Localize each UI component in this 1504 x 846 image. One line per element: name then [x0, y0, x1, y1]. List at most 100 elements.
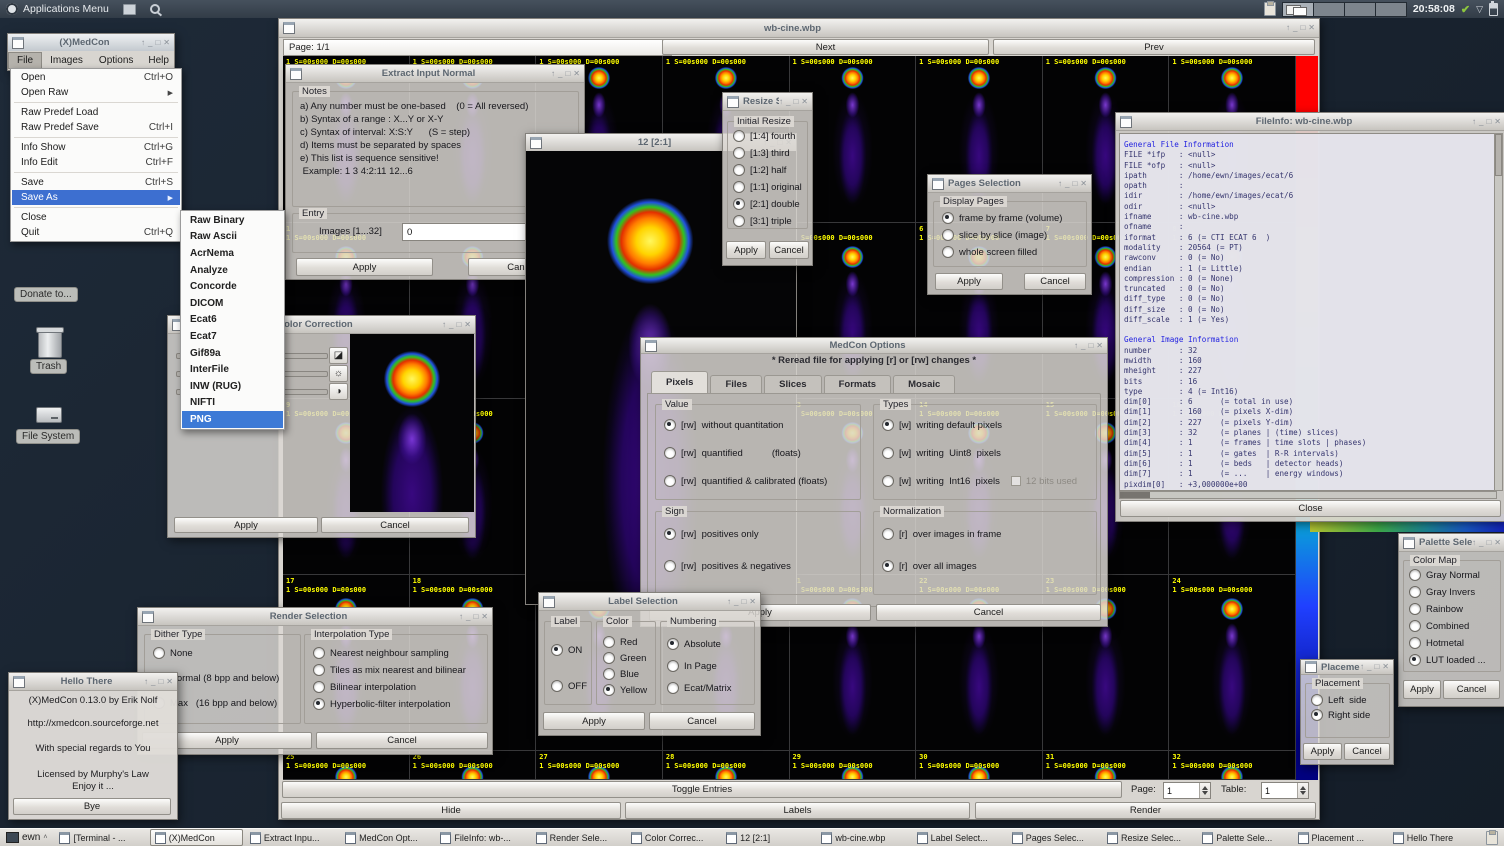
shade-icon[interactable]: ↑: [1472, 117, 1476, 127]
submenu-item-nifti[interactable]: NIFTI: [182, 395, 283, 412]
close-icon[interactable]: ✕: [801, 97, 808, 107]
radio-option-rw-positives-negatives[interactable]: [rw] positives & negatives: [664, 560, 791, 572]
options-titlebar[interactable]: MedCon Options ↑_□✕: [641, 338, 1107, 354]
radio-option-r-over-all-images[interactable]: [r] over all images: [882, 560, 1001, 572]
radio-icon[interactable]: [733, 215, 745, 227]
shade-icon[interactable]: ↑: [1286, 23, 1290, 33]
taskbar-item-pages-selec[interactable]: Pages Selec...: [1007, 829, 1100, 846]
radio-selected-icon[interactable]: [664, 419, 676, 431]
maximize-icon[interactable]: □: [565, 69, 570, 79]
maximize-icon[interactable]: □: [793, 97, 798, 107]
radio-icon[interactable]: [882, 447, 894, 459]
radio-option-left-side[interactable]: Left side: [1311, 694, 1370, 706]
shade-icon[interactable]: ↑: [1360, 662, 1364, 672]
taskbar-item-placement[interactable]: Placement ...: [1293, 829, 1386, 846]
cancel-button[interactable]: Cancel: [316, 732, 488, 749]
radio-option-off[interactable]: OFF: [551, 680, 587, 692]
radio-option-red[interactable]: Red: [603, 636, 647, 648]
taskbar-item-terminal[interactable]: [Terminal - ...: [54, 829, 147, 846]
radio-option-rw-quantified-calibrated-floats[interactable]: [rw] quantified & calibrated (floats): [664, 475, 827, 487]
maximize-icon[interactable]: □: [1374, 662, 1379, 672]
apply-button[interactable]: Apply: [174, 517, 318, 533]
scan-cell-26[interactable]: 26 1 S=00s000 D=00s000: [410, 751, 537, 780]
radio-option-frame-by-frame-volume[interactable]: frame by frame (volume): [942, 212, 1062, 224]
shade-icon[interactable]: ↑: [144, 677, 148, 687]
maximize-icon[interactable]: □: [155, 38, 160, 48]
radio-selected-icon[interactable]: [603, 684, 615, 696]
submenu-item-analyze[interactable]: Analyze: [182, 262, 283, 279]
label-titlebar[interactable]: Label Selection ↑_□✕: [539, 593, 760, 611]
minimize-icon[interactable]: _: [148, 38, 152, 48]
window-menu-launcher[interactable]: ewn ˄: [2, 832, 53, 843]
radio-selected-icon[interactable]: [882, 560, 894, 572]
shade-icon[interactable]: ↑: [442, 320, 446, 330]
radio-icon[interactable]: [1409, 586, 1421, 598]
close-icon[interactable]: ✕: [166, 677, 173, 687]
apply-button[interactable]: Apply: [296, 258, 433, 276]
taskbar-item-hello-there[interactable]: Hello There: [1388, 829, 1481, 846]
close-icon[interactable]: ✕: [1494, 117, 1501, 127]
radio-selected-icon[interactable]: [733, 198, 745, 210]
submenu-item-raw-binary[interactable]: Raw Binary: [182, 212, 283, 229]
radio-icon[interactable]: [667, 682, 679, 694]
prev-button[interactable]: Prev: [993, 39, 1315, 55]
tab-formats[interactable]: Formats: [824, 375, 891, 393]
extract-titlebar[interactable]: Extract Input Normal ↑_□✕: [286, 65, 584, 83]
radio-option-3-1-triple[interactable]: [3:1] triple: [733, 215, 802, 227]
contrast-icon[interactable]: ◑: [329, 383, 348, 400]
menu-item-save[interactable]: SaveCtrl+S: [12, 175, 180, 190]
submenu-item-inw-rug[interactable]: INW (RUG): [182, 378, 283, 395]
radio-icon[interactable]: [664, 447, 676, 459]
menu-images[interactable]: Images: [42, 53, 91, 68]
spinner-arrows[interactable]: [1297, 783, 1308, 798]
maximize-icon[interactable]: □: [456, 320, 461, 330]
minimize-icon[interactable]: _: [1367, 662, 1371, 672]
minimize-icon[interactable]: _: [466, 612, 470, 622]
menu-options[interactable]: Options: [91, 53, 141, 68]
maximize-icon[interactable]: □: [1486, 538, 1491, 548]
page-combobox[interactable]: Page: 1/1 ▾: [283, 39, 672, 56]
radio-icon[interactable]: [313, 664, 325, 676]
medcon-titlebar[interactable]: (X)MedCon ↑_□✕: [8, 34, 174, 52]
toggle-entries-button[interactable]: Toggle Entries: [282, 781, 1122, 798]
menu-item-save-as[interactable]: Save As▶: [12, 190, 180, 205]
scan-cell-24[interactable]: 24 1 S=00s000 D=00s000: [1169, 575, 1296, 751]
radio-option-1-4-fourth[interactable]: [1:4] fourth: [733, 130, 802, 142]
minimize-icon[interactable]: _: [449, 320, 453, 330]
taskbar-item-medcon-opt[interactable]: MedCon Opt...: [340, 829, 433, 846]
minimize-icon[interactable]: _: [1065, 179, 1069, 189]
workspace-4[interactable]: [1376, 3, 1406, 16]
radio-selected-icon[interactable]: [551, 644, 563, 656]
scan-cell-25[interactable]: 25 1 S=00s000 D=00s000: [283, 751, 410, 780]
menu-item-open[interactable]: OpenCtrl+O: [12, 70, 180, 85]
radio-selected-icon[interactable]: [942, 212, 954, 224]
close-icon[interactable]: ✕: [1308, 23, 1315, 33]
close-button[interactable]: Close: [1120, 500, 1501, 517]
minimize-icon[interactable]: _: [1293, 23, 1297, 33]
radio-option-absolute[interactable]: Absolute: [667, 638, 732, 650]
close-icon[interactable]: ✕: [464, 320, 471, 330]
menu-file[interactable]: File: [8, 52, 42, 69]
radio-option-1-2-half[interactable]: [1:2] half: [733, 164, 802, 176]
brightness-icon[interactable]: ☼: [329, 365, 348, 382]
radio-option-tiles-as-mix-nearest-and-bilinear[interactable]: Tiles as mix nearest and bilinear: [313, 664, 466, 676]
desktop-item-filesystem[interactable]: File System: [16, 429, 80, 444]
radio-option-r-over-images-in-frame[interactable]: [r] over images in frame: [882, 528, 1001, 540]
horizontal-scrollbar[interactable]: [1119, 491, 1497, 499]
radio-icon[interactable]: [733, 164, 745, 176]
taskbar-item-resize-selec[interactable]: Resize Selec...: [1102, 829, 1195, 846]
radio-selected-icon[interactable]: [664, 528, 676, 540]
radio-icon[interactable]: [603, 668, 615, 680]
submenu-item-concorde[interactable]: Concorde: [182, 278, 283, 295]
viewer-titlebar[interactable]: wb-cine.wbp ↑_□✕: [279, 19, 1319, 38]
search-icon[interactable]: [150, 4, 160, 14]
radio-icon[interactable]: [603, 636, 615, 648]
hello-titlebar[interactable]: Hello There ↑_□✕: [9, 673, 177, 691]
radio-option-w-writing-default-pixels[interactable]: [w] writing default pixels: [882, 419, 1077, 431]
radio-icon[interactable]: [733, 181, 745, 193]
menu-item-quit[interactable]: QuitCtrl+Q: [12, 225, 180, 240]
menu-item-close[interactable]: Close: [12, 210, 180, 225]
radio-icon[interactable]: [551, 680, 563, 692]
close-icon[interactable]: ✕: [1494, 538, 1501, 548]
taskbar-item-color-correc[interactable]: Color Correc...: [626, 829, 719, 846]
